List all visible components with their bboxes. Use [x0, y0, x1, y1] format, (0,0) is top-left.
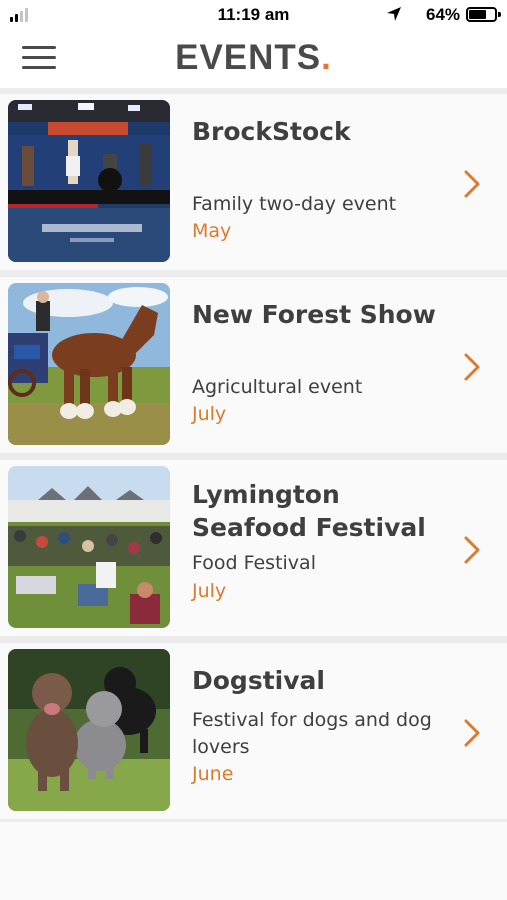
event-month: July — [192, 403, 227, 425]
dogs-running-photo — [8, 649, 170, 811]
event-month: May — [192, 220, 232, 242]
band-on-stage-photo — [8, 100, 170, 262]
shire-horse-photo — [8, 283, 170, 445]
page-title-text: EVENTS — [175, 38, 322, 77]
app-header: EVENTS. — [0, 30, 507, 90]
empty-list-area — [0, 822, 507, 900]
battery-percentage: 64% — [426, 5, 461, 24]
title-accent-dot: . — [321, 38, 332, 77]
chevron-right-icon[interactable] — [462, 718, 482, 748]
event-description: Agricultural event — [192, 376, 363, 398]
battery-icon — [466, 7, 501, 22]
event-title: New Forest Show — [192, 300, 436, 329]
event-month: June — [192, 763, 234, 785]
event-card-lymington-seafood-festival[interactable]: Lymington Seafood Festival Food Festival… — [0, 460, 507, 636]
festival-crowd-photo — [8, 466, 170, 628]
chevron-right-icon[interactable] — [462, 169, 482, 199]
chevron-right-icon[interactable] — [462, 535, 482, 565]
event-card-new-forest-show[interactable]: New Forest Show Agricultural event July — [0, 277, 507, 453]
location-arrow-icon — [387, 7, 401, 21]
event-description: Food Festival — [192, 552, 316, 574]
event-title: BrockStock — [192, 117, 351, 146]
page-title: EVENTS. — [0, 38, 507, 78]
event-title: Lymington Seafood Festival — [192, 480, 426, 542]
events-list: BrockStock Family two-day event May New … — [0, 88, 507, 826]
event-card-brockstock[interactable]: BrockStock Family two-day event May — [0, 94, 507, 270]
event-description: Family two-day event — [192, 193, 397, 215]
status-bar: 11:19 am 64% — [0, 0, 507, 30]
event-description: Festival for dogs and dog lovers — [192, 709, 432, 758]
event-month: July — [192, 580, 227, 602]
chevron-right-icon[interactable] — [462, 352, 482, 382]
event-title: Dogstival — [192, 666, 325, 695]
event-card-dogstival[interactable]: Dogstival Festival for dogs and dog love… — [0, 643, 507, 819]
